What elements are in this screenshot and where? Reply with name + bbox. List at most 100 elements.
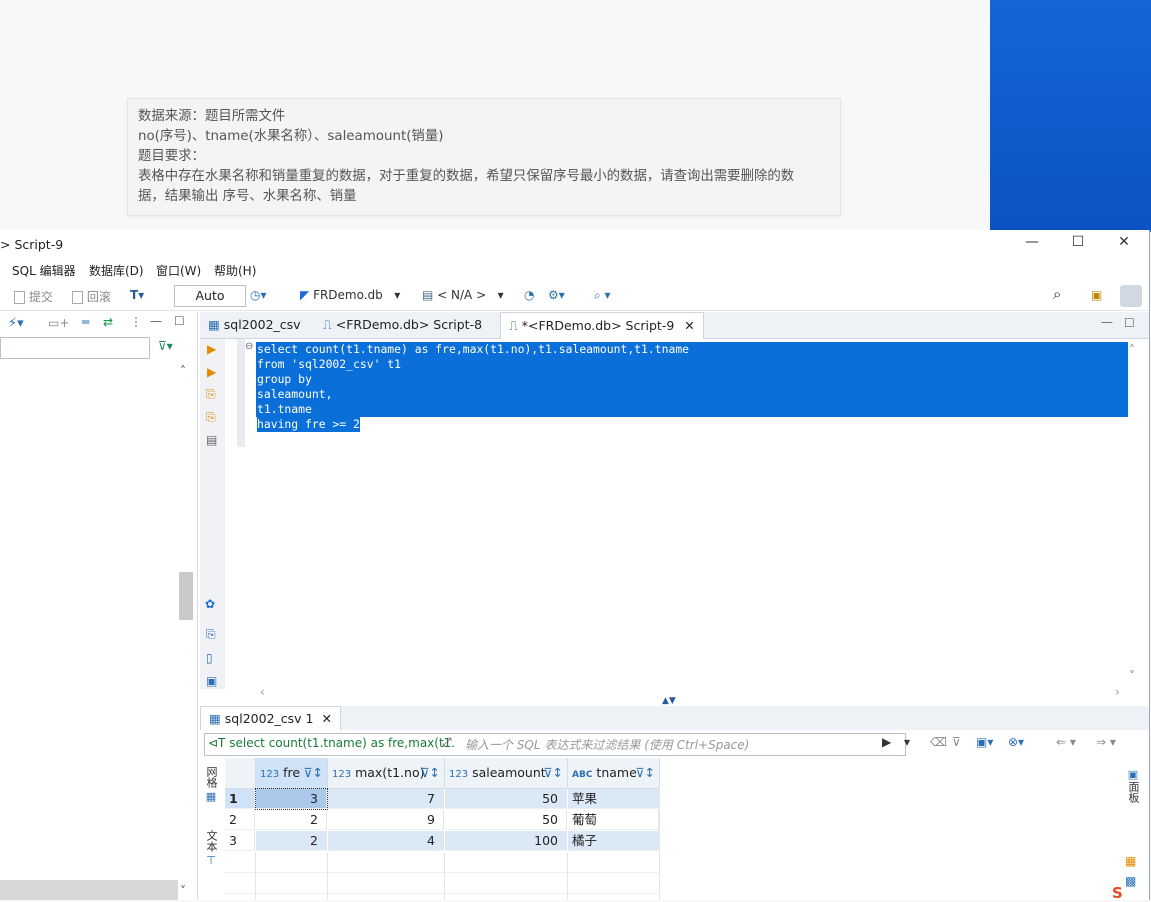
rollback-button[interactable]: 回滚 bbox=[72, 288, 111, 305]
search-icon[interactable]: ⌕ bbox=[1053, 285, 1061, 303]
execute-icon[interactable]: ▶ bbox=[207, 342, 216, 356]
sql-editor[interactable]: ▶ ▶ ⎘ ⎘ ▤ ✿ ⎘ ▯ ▣ ⊖ select count(t1.tnam… bbox=[200, 339, 1149, 699]
collapse-icon[interactable]: ═ bbox=[82, 315, 89, 329]
sort-filter-icon[interactable]: ⊽↕ bbox=[303, 758, 323, 788]
export-icon[interactable]: ⎘ bbox=[206, 627, 216, 642]
text-view-tab[interactable]: 文本 ⊤ bbox=[202, 830, 220, 880]
table-cell[interactable]: 苹果 bbox=[568, 789, 659, 809]
menu-icon[interactable]: ⋮ bbox=[130, 315, 142, 329]
minimize-panel-icon[interactable]: — bbox=[150, 314, 162, 328]
minimize-editor-icon[interactable]: — bbox=[1101, 315, 1113, 329]
row-number[interactable]: 2 bbox=[225, 810, 255, 830]
code-line: from 'sql2002_csv' t1 bbox=[257, 357, 402, 372]
scrollbar-thumb[interactable] bbox=[179, 572, 193, 620]
link-icon[interactable]: ⇄ bbox=[103, 315, 113, 329]
refresh-icon[interactable]: ▣▾ bbox=[976, 735, 993, 749]
variables-icon[interactable]: ▣ bbox=[206, 674, 217, 688]
sort-filter-icon[interactable]: ⊽↕ bbox=[635, 758, 655, 788]
table-cell[interactable]: 9 bbox=[328, 810, 444, 830]
explain-plan-icon[interactable]: ▤ bbox=[206, 433, 217, 447]
menu-sql-editor[interactable]: SQL 编辑器 bbox=[12, 262, 76, 279]
auto-commit-mode[interactable]: Auto bbox=[174, 285, 246, 307]
table-cell[interactable]: 3 bbox=[255, 788, 328, 810]
sort-filter-icon[interactable]: ⊽↕ bbox=[420, 758, 440, 788]
schema-selector[interactable]: ▤ < N/A > ▾ bbox=[422, 288, 504, 302]
filter-settings-icon[interactable]: ⊽ bbox=[952, 735, 961, 749]
perspective-icon[interactable]: ▣ bbox=[1091, 288, 1102, 302]
table-cell[interactable]: 葡萄 bbox=[568, 810, 659, 830]
settings-icon[interactable]: ✿ bbox=[205, 597, 215, 611]
menu-database[interactable]: 数据库(D) bbox=[89, 262, 144, 279]
maximize-editor-icon[interactable]: ☐ bbox=[1124, 316, 1135, 330]
column-header-tname[interactable]: ABC tname ⊽↕ bbox=[568, 758, 660, 789]
calc-icon[interactable]: ▦ bbox=[1125, 854, 1136, 868]
table-cell[interactable]: 2 bbox=[256, 810, 327, 830]
tab-sql2002-csv[interactable]: ▦ sql2002_csv bbox=[200, 312, 309, 338]
editor-scroll-right[interactable]: › bbox=[1115, 685, 1120, 699]
expand-icon[interactable]: ⤢ bbox=[442, 735, 452, 750]
sql-icon: ⊲T bbox=[208, 736, 226, 750]
close-window-button[interactable]: ✕ bbox=[1109, 234, 1139, 254]
results-filter-bar: ⊲T select count(t1.tname) as fre,max(t1.… bbox=[200, 730, 1149, 758]
splitter-arrows-icon[interactable]: ▲▼ bbox=[662, 696, 676, 706]
datasource-selector[interactable]: ◤ FRDemo.db ▾ bbox=[300, 288, 400, 302]
navigator-filter-input[interactable] bbox=[0, 337, 150, 359]
maximize-panel-icon[interactable]: ☐ bbox=[174, 314, 185, 328]
forward-icon[interactable]: ⇒ ▾ bbox=[1096, 735, 1116, 749]
filter-input[interactable]: 输入一个 SQL 表达式来过滤结果 (使用 Ctrl+Space) bbox=[465, 736, 749, 753]
transaction-log-icon[interactable]: ⚙▾ bbox=[548, 288, 565, 302]
horizontal-scrollbar[interactable] bbox=[0, 880, 178, 900]
link-results-icon[interactable]: ⊗▾ bbox=[1008, 735, 1024, 749]
transaction-mode-icon[interactable]: T▾ bbox=[130, 288, 144, 302]
menu-help[interactable]: 帮助(H) bbox=[214, 262, 256, 279]
query-preview[interactable]: ⊲T select count(t1.tname) as fre,max(t1. bbox=[208, 736, 455, 750]
dashboard-icon[interactable]: ◔ bbox=[524, 288, 534, 302]
load-script-icon[interactable]: ▯ bbox=[206, 651, 213, 665]
table-cell[interactable]: 50 bbox=[445, 789, 567, 809]
table-cell[interactable]: 橘子 bbox=[568, 831, 659, 851]
tab-results[interactable]: ▦ sql2002_csv 1 ✕ bbox=[200, 706, 341, 731]
maximize-button[interactable]: ☐ bbox=[1063, 234, 1093, 254]
close-tab-icon[interactable]: ✕ bbox=[684, 318, 694, 333]
search-tool-icon[interactable]: ⌕ ▾ bbox=[594, 288, 611, 303]
panels-toggle[interactable]: ▣ 面板 bbox=[1124, 768, 1142, 803]
table-cell[interactable]: 50 bbox=[445, 810, 567, 830]
grid-view-tab[interactable]: 网格 ▦ bbox=[202, 766, 220, 816]
editor-scroll-left[interactable]: ‹ bbox=[260, 685, 265, 699]
row-number[interactable]: 3 bbox=[225, 831, 255, 851]
column-header-max-no[interactable]: 123 max(t1.no) ⊽↕ bbox=[328, 758, 445, 789]
editor-scroll-up[interactable]: ˄ bbox=[1129, 343, 1135, 357]
new-folder-icon[interactable]: ▭+ bbox=[48, 316, 69, 330]
close-results-icon[interactable]: ✕ bbox=[321, 711, 331, 726]
minimize-button[interactable]: — bbox=[1017, 234, 1047, 254]
column-header-fre[interactable]: 123 fre ⊽↕ bbox=[256, 758, 328, 789]
table-cell[interactable]: 100 bbox=[445, 831, 567, 851]
execute-script-icon[interactable]: ⎘ bbox=[206, 387, 216, 402]
filter-icon[interactable]: ⊽▾ bbox=[158, 339, 173, 353]
table-cell[interactable]: 7 bbox=[328, 789, 444, 809]
editor-scroll-down[interactable]: ˅ bbox=[1129, 669, 1135, 683]
column-name: max(t1.no) bbox=[355, 765, 425, 780]
filter-history-icon[interactable]: ▾ bbox=[904, 735, 910, 749]
menu-window[interactable]: 窗口(W) bbox=[156, 262, 201, 279]
scroll-up-icon[interactable]: ˄ bbox=[180, 364, 186, 378]
connect-icon[interactable]: ⚡▾ bbox=[8, 316, 24, 331]
execute-script-new-tab-icon[interactable]: ⎘ bbox=[206, 410, 216, 425]
tab-script-8[interactable]: ⎍ <FRDemo.db> Script-8 bbox=[315, 312, 490, 338]
execute-new-tab-icon[interactable]: ▶ bbox=[207, 365, 216, 379]
table-cell[interactable]: 2 bbox=[256, 831, 327, 851]
clear-filter-icon[interactable]: ⌫ bbox=[930, 735, 947, 749]
scroll-down-icon[interactable]: ˅ bbox=[180, 884, 186, 898]
avatar[interactable] bbox=[1120, 285, 1142, 307]
history-icon[interactable]: ◷▾ bbox=[250, 288, 267, 302]
sort-filter-icon[interactable]: ⊽↕ bbox=[543, 758, 563, 788]
apply-filter-icon[interactable]: ▶ bbox=[882, 735, 891, 749]
table-cell[interactable]: 4 bbox=[328, 831, 444, 851]
back-icon[interactable]: ⇐ ▾ bbox=[1056, 735, 1076, 749]
fold-icon[interactable]: ⊖ bbox=[245, 341, 253, 352]
commit-button[interactable]: 提交 bbox=[14, 288, 53, 305]
row-number[interactable]: 1 bbox=[225, 789, 255, 809]
tab-script-9[interactable]: ⎍ *<FRDemo.db> Script-9 ✕ bbox=[500, 312, 704, 339]
title-bar: > Script-9 — ☐ ✕ bbox=[0, 230, 1149, 258]
column-header-saleamount[interactable]: 123 saleamount ⊽↕ bbox=[445, 758, 568, 789]
